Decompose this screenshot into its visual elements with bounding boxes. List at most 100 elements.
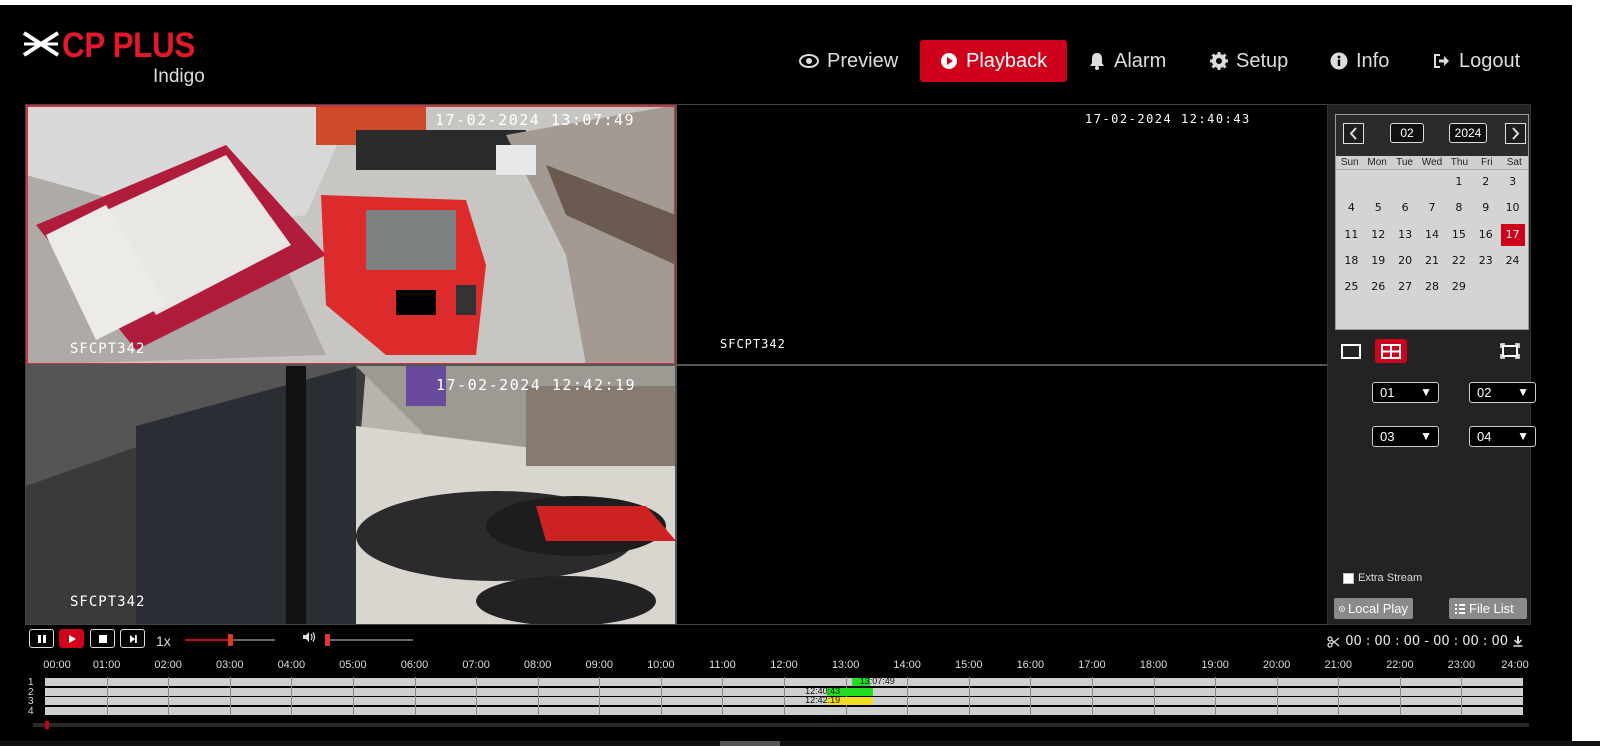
timeline-tick-label: 09:00	[585, 659, 614, 671]
step-forward-icon	[129, 634, 137, 643]
tile-3-timestamp: 17-02-2024 12:42:19	[436, 376, 637, 394]
calendar-day[interactable]: 21	[1420, 250, 1444, 272]
volume-icon[interactable]	[302, 631, 316, 643]
progress-knob[interactable]	[228, 634, 233, 646]
channel-select-1-value: 01	[1380, 385, 1395, 400]
calendar-day[interactable]: 7	[1420, 197, 1444, 219]
calendar-day[interactable]: 3	[1501, 171, 1525, 193]
nav-logout[interactable]: Logout	[1413, 40, 1540, 82]
nav-playback[interactable]: Playback	[920, 40, 1068, 82]
pause-button[interactable]	[29, 629, 54, 648]
calendar-day[interactable]: 4	[1339, 197, 1363, 219]
prev-month-button[interactable]	[1343, 123, 1364, 144]
calendar-day[interactable]: 8	[1447, 197, 1471, 219]
next-month-button[interactable]	[1505, 123, 1526, 144]
calendar-day[interactable]: 15	[1447, 224, 1471, 246]
page-scroll-thumb[interactable]	[720, 741, 780, 746]
calendar-day[interactable]: 12	[1366, 224, 1390, 246]
calendar-day[interactable]: 25	[1339, 276, 1363, 298]
timeline-tick-label: 15:00	[954, 659, 983, 671]
calendar-day[interactable]: 2	[1474, 171, 1498, 193]
month-select[interactable]: 02	[1390, 123, 1424, 143]
video-tile-1[interactable]: 17-02-2024 13:07:49 SFCPT342	[26, 105, 676, 365]
calendar-day[interactable]: 19	[1366, 250, 1390, 272]
page-horizontal-scrollbar[interactable]	[0, 741, 1600, 746]
calendar-day[interactable]: 9	[1474, 197, 1498, 219]
calendar-weekdays: Sun Mon Tue Wed Thu Fri Sat	[1336, 156, 1528, 170]
calendar-day[interactable]: 29	[1447, 276, 1471, 298]
timeline-tick-label: 10:00	[647, 659, 675, 671]
tile-1-timestamp: 17-02-2024 13:07:49	[435, 111, 636, 129]
calendar-day[interactable]: 16	[1474, 224, 1498, 246]
next-frame-button[interactable]	[120, 629, 145, 648]
local-play-button[interactable]: Local Play	[1334, 598, 1413, 619]
timeline-tick-label: 16:00	[1016, 659, 1045, 671]
calendar-day[interactable]: 26	[1366, 276, 1390, 298]
timeline-tick-label: 08:00	[523, 659, 552, 671]
year-select[interactable]: 2024	[1449, 123, 1487, 143]
calendar-day[interactable]: 20	[1393, 250, 1417, 272]
channel-select-1[interactable]: 01 ▼	[1372, 382, 1439, 403]
calendar-day[interactable]: 10	[1501, 197, 1525, 219]
channel-select-4[interactable]: 04 ▼	[1469, 426, 1536, 447]
calendar-day-selected[interactable]: 17	[1500, 223, 1525, 246]
nav-alarm[interactable]: Alarm	[1068, 40, 1186, 82]
recording-timeline[interactable]: 00:00 01:00 02:00 03:00 04:00 05:00 06:00 07:00…	[25, 657, 1531, 741]
fullscreen-button[interactable]	[1495, 339, 1525, 363]
calendar-day[interactable]: 27	[1393, 276, 1417, 298]
progress-fill	[185, 639, 230, 641]
scissors-icon[interactable]	[1327, 635, 1340, 648]
extra-stream-option[interactable]: Extra Stream	[1343, 572, 1422, 584]
calendar-day[interactable]: 5	[1366, 197, 1390, 219]
page-right-margin	[1572, 0, 1600, 746]
calendar-day[interactable]: 6	[1393, 197, 1417, 219]
calendar-day[interactable]: 18	[1339, 250, 1363, 272]
nav-preview[interactable]: Preview	[779, 40, 918, 82]
file-list-button[interactable]: File List	[1449, 598, 1527, 619]
channel-select-2-value: 02	[1477, 385, 1492, 400]
extra-stream-checkbox[interactable]	[1343, 572, 1354, 584]
timeline-scroll-thumb[interactable]	[45, 721, 49, 729]
single-screen-icon	[1341, 343, 1361, 359]
pause-icon	[37, 634, 46, 643]
single-view-button[interactable]	[1336, 339, 1366, 363]
chevron-right-icon	[1512, 127, 1520, 140]
calendar-day[interactable]: 28	[1420, 276, 1444, 298]
calendar-day[interactable]: 1	[1447, 171, 1471, 193]
calendar-day[interactable]: 11	[1339, 224, 1363, 246]
play-button[interactable]	[59, 629, 84, 648]
weekday-label: Sun	[1340, 157, 1359, 168]
nav-setup[interactable]: Setup	[1190, 40, 1308, 82]
calendar-day[interactable]: 13	[1393, 224, 1417, 246]
nav-info[interactable]: Info	[1310, 40, 1409, 82]
weekday-label: Fri	[1480, 157, 1493, 168]
playback-speed[interactable]: 1x	[156, 633, 171, 649]
timeline-channel-label: 3	[28, 696, 34, 707]
playback-progress-slider[interactable]	[185, 634, 275, 646]
eye-icon	[799, 54, 819, 68]
timeline-tick-label: 02:00	[154, 659, 182, 671]
calendar-day[interactable]: 14	[1420, 224, 1444, 246]
calendar-day[interactable]: 22	[1447, 250, 1471, 272]
video-tile-2[interactable]: 17-02-2024 12:40:43 SFCPT342	[677, 105, 1327, 365]
timeline-tick-label: 23:00	[1447, 659, 1476, 671]
quad-view-button[interactable]	[1375, 339, 1407, 363]
nav-alarm-label: Alarm	[1114, 49, 1167, 72]
download-icon[interactable]	[1513, 636, 1523, 647]
volume-slider[interactable]	[325, 634, 413, 646]
calendar-day[interactable]: 24	[1501, 250, 1525, 272]
timeline-scrollbar[interactable]	[33, 721, 1529, 729]
timeline-tick-label: 05:00	[339, 659, 367, 671]
video-tile-4[interactable]	[677, 366, 1327, 624]
volume-knob[interactable]	[325, 634, 330, 646]
channel-select-2[interactable]: 02 ▼	[1469, 382, 1536, 403]
local-play-label: Local Play	[1348, 601, 1408, 616]
video-grid: 17-02-2024 13:07:49 SFCPT342 17-02-2024 …	[25, 104, 1328, 625]
video-tile-3[interactable]: 17-02-2024 12:42:19 SFCPT342	[26, 366, 676, 624]
stop-button[interactable]	[90, 629, 115, 648]
channel-select-3[interactable]: 03 ▼	[1372, 426, 1439, 447]
weekday-label: Thu	[1450, 157, 1469, 168]
recording-segment-row	[45, 697, 1523, 705]
fullscreen-icon	[1500, 343, 1520, 359]
calendar-day[interactable]: 23	[1474, 250, 1498, 272]
